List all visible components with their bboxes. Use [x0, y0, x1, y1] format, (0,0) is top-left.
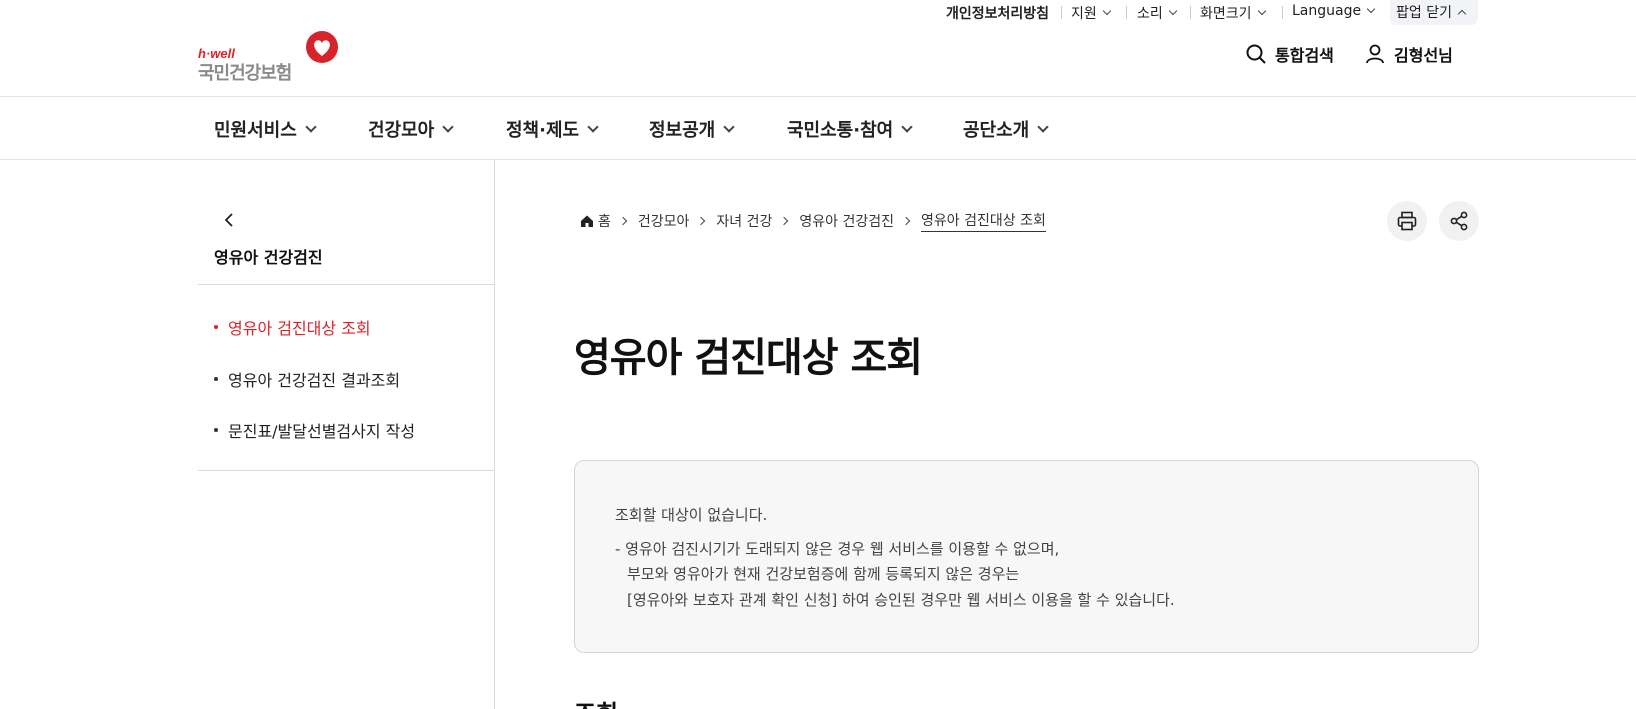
share-button[interactable] [1439, 201, 1479, 241]
bullet [214, 428, 218, 432]
breadcrumb: 홈 건강모아 자녀 건강 영유아 건강검진 영유아 검진대상 조회 [580, 210, 1046, 232]
screen-size-menu[interactable]: 화면크기 [1200, 3, 1266, 23]
notice-detail: 부모와 영유아가 현재 건강보험증에 함께 등록되지 않은 경우는 [627, 565, 1020, 583]
popup-close-button[interactable]: 팝업 닫기 [1396, 2, 1467, 22]
gnb-item-civil-service[interactable]: 민원서비스 [214, 116, 317, 142]
divider [1190, 6, 1191, 19]
gnb-item-communication[interactable]: 국민소통·참여 [787, 116, 913, 142]
gnb-item-health[interactable]: 건강모아 [368, 116, 454, 142]
notice-message: 조회할 대상이 없습니다. [615, 506, 768, 524]
logo-name: 국민건강보험 [198, 63, 292, 84]
heart-logo-icon [306, 31, 338, 63]
chevron-down-icon [1366, 4, 1376, 14]
language-menu[interactable]: Language [1292, 3, 1376, 19]
chevron-down-icon [587, 121, 599, 133]
notice-detail: - 영유아 검진시기가 도래되지 않은 경우 웹 서비스를 이용할 수 없으며, [615, 540, 1060, 558]
sidebar-item-questionnaire[interactable]: 문진표/발달선별검사지 작성 [214, 418, 415, 442]
bullet [214, 325, 218, 329]
breadcrumb-current[interactable]: 영유아 검진대상 조회 [921, 210, 1046, 232]
chevron-down-icon [723, 121, 735, 133]
sidebar-divider [198, 284, 494, 285]
chevron-right-icon [780, 216, 789, 226]
chevron-down-icon [1257, 6, 1266, 16]
content-divider [494, 160, 495, 709]
user-icon [1366, 44, 1384, 64]
breadcrumb-infant-checkup[interactable]: 영유아 건강검진 [799, 211, 894, 231]
gnb-item-about[interactable]: 공단소개 [963, 116, 1049, 142]
chevron-down-icon [901, 121, 913, 133]
chevron-down-icon [1037, 121, 1049, 133]
sidebar-item-checkup-result[interactable]: 영유아 건강검진 결과조회 [214, 367, 400, 391]
search-icon [1246, 44, 1266, 64]
chevron-down-icon [1168, 6, 1178, 16]
home-icon [581, 215, 593, 227]
chevron-right-icon [901, 216, 911, 226]
divider [1061, 6, 1062, 19]
chevron-down-icon [442, 121, 454, 133]
support-menu[interactable]: 지원 [1071, 3, 1112, 23]
divider [1126, 6, 1127, 19]
breadcrumb-health[interactable]: 건강모아 [638, 211, 690, 231]
user-menu-button[interactable]: 김형선님 [1364, 42, 1453, 66]
sidebar-item-checkup-target[interactable]: 영유아 검진대상 조회 [214, 315, 371, 339]
gnb-item-policy[interactable]: 정책·제도 [506, 116, 599, 142]
sound-menu[interactable]: 소리 [1137, 3, 1178, 23]
nhis-logo[interactable]: h·well 국민건강보험 [198, 30, 343, 84]
back-chevron-icon[interactable] [222, 213, 236, 227]
main-navigation: 민원서비스 건강모아 정책·제도 정보공개 국민소통·참여 공단소개 [0, 96, 1636, 160]
no-target-notice: 조회할 대상이 없습니다. - 영유아 검진시기가 도래되지 않은 경우 웹 서… [574, 460, 1479, 653]
breadcrumb-child-health[interactable]: 자녀 건강 [716, 211, 772, 231]
chevron-down-icon [305, 121, 317, 133]
print-button[interactable] [1387, 201, 1427, 241]
chevron-right-icon [618, 216, 628, 226]
printer-icon [1397, 211, 1417, 231]
chevron-down-icon [1102, 6, 1112, 16]
section-title: 조회 [574, 694, 618, 709]
integrated-search-button[interactable]: 통합검색 [1245, 42, 1334, 66]
notice-detail: [영유아와 보호자 관계 확인 신청] 하여 승인된 경우만 웹 서비스 이용을… [627, 591, 1175, 609]
breadcrumb-home[interactable]: 홈 [598, 211, 611, 231]
utility-bar: 개인정보처리방침 지원 소리 화면크기 Language 팝업 닫기 [0, 0, 1636, 25]
page-title: 영유아 검진대상 조회 [574, 335, 923, 381]
bullet [214, 377, 218, 381]
privacy-policy-link[interactable]: 개인정보처리방침 [946, 3, 1049, 23]
chevron-up-icon [1457, 9, 1467, 18]
sidebar-title: 영유아 건강검진 [214, 248, 323, 267]
chevron-right-icon [697, 216, 706, 226]
share-icon [1450, 211, 1468, 231]
gnb-item-info-disclosure[interactable]: 정보공개 [649, 116, 735, 142]
divider [1282, 6, 1283, 19]
sidebar-divider [198, 470, 494, 471]
